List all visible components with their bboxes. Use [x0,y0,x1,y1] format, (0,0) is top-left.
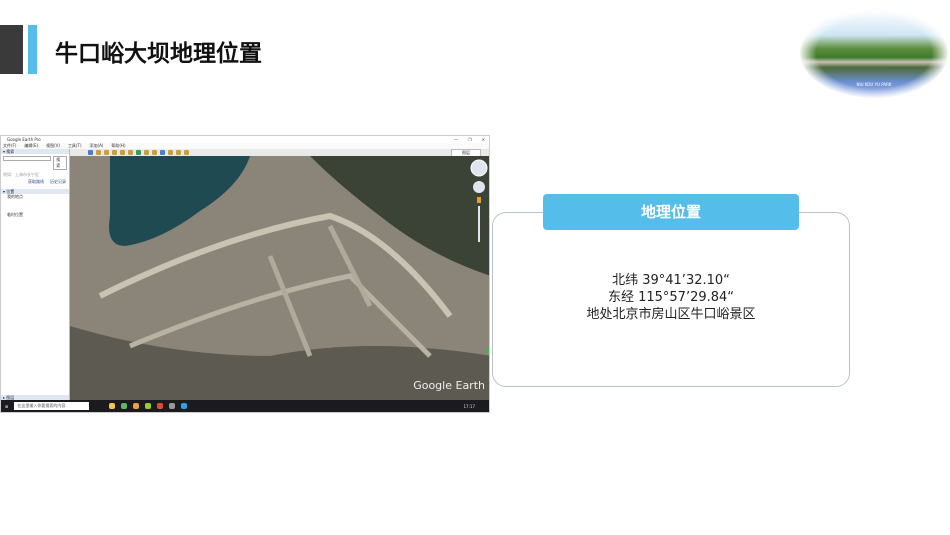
taskbar-search[interactable]: 在这里输入你要搜索的内容 [14,402,90,410]
placemark-icon[interactable] [96,150,101,155]
file-explorer-icon[interactable] [109,403,116,409]
minimize-button[interactable]: — [454,136,458,143]
title-accent-dark [0,25,23,74]
longitude-text: 东经 115°57’29.84“ [607,290,735,305]
google-earth-watermark: Google Earth [413,379,485,392]
windows-taskbar: ⊞ 在这里输入你要搜索的内容 17:17 [1,400,489,412]
app-icon[interactable] [157,403,164,409]
window-titlebar: Google Earth Pro — ❐ ✕ [1,136,489,143]
toolbar: 图层 [70,148,489,157]
latitude-text: 北纬 39°41’32.10“ [612,273,730,288]
sidebar-toggle-icon[interactable] [88,150,93,155]
compass-control[interactable] [470,159,488,177]
search-input[interactable] [3,156,52,161]
maximize-button[interactable]: ❐ [468,136,472,143]
sidebar: ▾ 搜索 搜索 例如：上海市长宁区 获取路线 历史记录 ▾ 位置 我的地点 临时… [1,149,70,400]
save-image-icon[interactable] [184,150,189,155]
app-icon[interactable] [181,403,188,409]
location-text: 地处北京市房山区牛口峪景区 [586,307,756,322]
look-control[interactable] [473,181,485,193]
history-link[interactable]: 历史记录 [50,179,66,185]
app-icon[interactable] [121,403,128,409]
window-title: Google Earth Pro [7,137,41,142]
app-icon[interactable] [145,403,152,409]
satellite-map[interactable]: Google Earth [70,156,489,400]
page-title: 牛口峪大坝地理位置 [55,41,262,67]
title-accent-blue [28,25,37,74]
info-card-title: 地理位置 [543,194,799,230]
tour-icon[interactable] [128,150,133,155]
overlay-icon[interactable] [120,150,125,155]
print-icon[interactable] [176,150,181,155]
planets-icon[interactable] [152,150,157,155]
start-icon[interactable]: ⊞ [5,404,8,409]
email-icon[interactable] [168,150,173,155]
satellite-imagery [70,156,489,400]
sun-icon[interactable] [144,150,149,155]
get-directions-link[interactable]: 获取路线 [28,179,44,185]
ruler-icon[interactable] [160,150,165,155]
chrome-icon[interactable] [133,403,140,409]
polygon-icon[interactable] [104,150,109,155]
temporary-places-item[interactable]: 临时位置 [7,212,69,218]
clock: 17:17 [463,403,475,409]
historical-imagery-icon[interactable] [136,150,141,155]
image-caption: NIU KOU YU PARK [856,82,892,87]
path-icon[interactable] [112,150,117,155]
search-button[interactable]: 搜索 [53,156,67,170]
street-view-pegman-icon[interactable] [477,197,481,203]
close-button[interactable]: ✕ [482,136,485,143]
lake-landscape-image: NIU KOU YU PARK [800,8,948,98]
info-card-body: 北纬 39°41’32.10“ 东经 115°57’29.84“ 地处北京市房山… [492,272,850,323]
my-places-item[interactable]: 我的地点 [7,194,69,200]
google-earth-screenshot: Google Earth Pro — ❐ ✕ 文件(F) 编辑(E) 视图(V)… [0,135,490,413]
google-earth-taskbar-icon[interactable] [169,403,176,409]
zoom-slider[interactable] [478,206,480,242]
